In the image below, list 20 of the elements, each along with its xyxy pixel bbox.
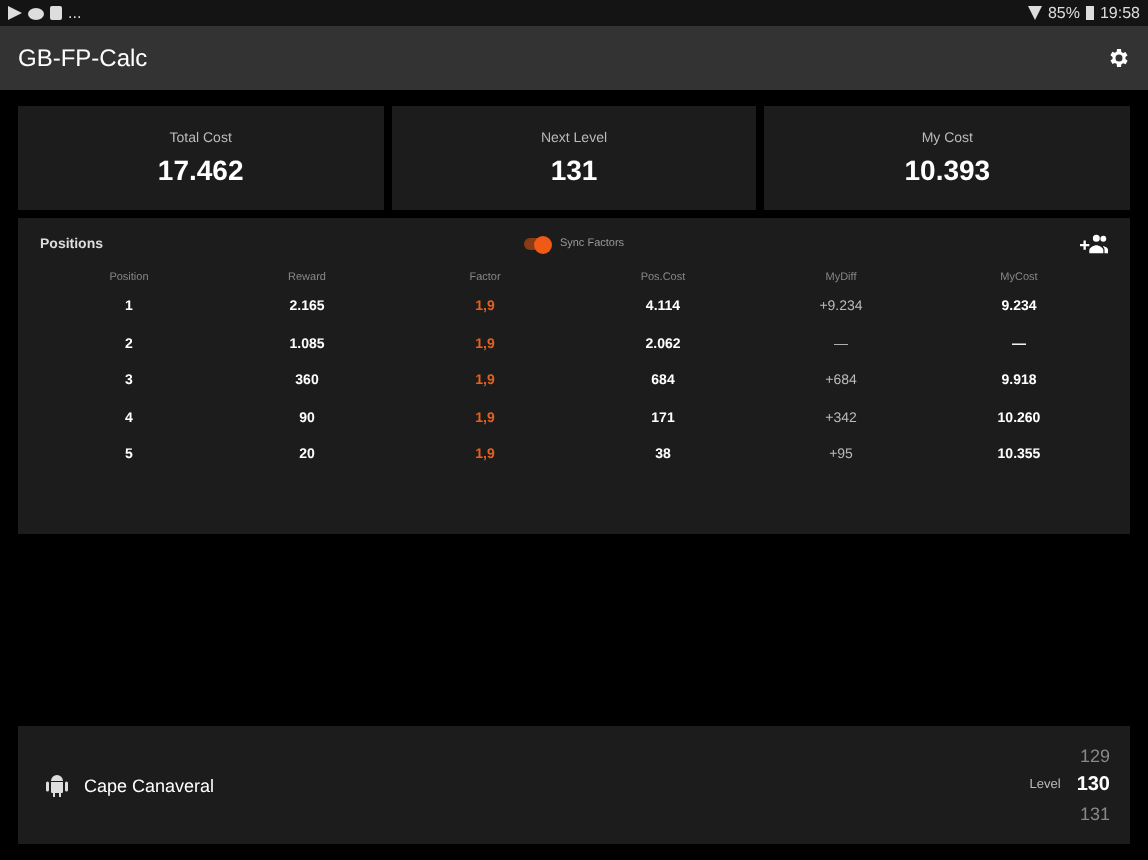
stat-value: 17.462 — [157, 153, 244, 185]
android-icon — [46, 773, 68, 797]
battery-icon — [1085, 6, 1094, 20]
cloud-icon — [28, 6, 44, 20]
stat-value: 131 — [550, 153, 598, 185]
settings-icon[interactable] — [1106, 46, 1130, 70]
battery-percent: 85% — [1047, 4, 1080, 22]
building-name: Cape Canaveral — [84, 775, 217, 795]
wifi-icon — [1027, 6, 1042, 20]
notification-overflow: ... — [68, 4, 82, 22]
play-icon — [8, 6, 22, 20]
add-group-icon[interactable] — [1080, 234, 1108, 254]
level-option[interactable]: 129 — [1079, 746, 1110, 766]
level-option[interactable]: 131 — [1079, 804, 1110, 824]
stat-value: 10.393 — [904, 153, 991, 185]
clock: 19:58 — [1099, 4, 1140, 22]
sync-toggle[interactable] — [523, 238, 548, 250]
level-option[interactable]: 130 — [1076, 774, 1110, 796]
app-title: GB-FP-Calc — [18, 44, 148, 72]
clipboard-icon — [50, 6, 62, 20]
